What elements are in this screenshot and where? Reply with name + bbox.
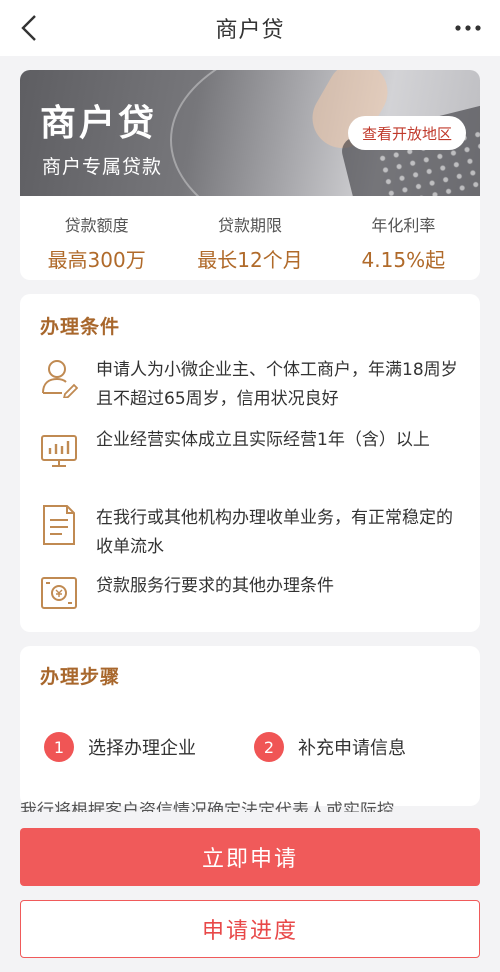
stat-label: 贷款额度 xyxy=(64,216,129,235)
conditions-card: 办理条件 申请人为小微企业主、个体工商户，年满18周岁且不超过65周岁，信用状况… xyxy=(20,294,480,632)
condition-text: 在我行或其他机构办理收单业务，有正常稳定的收单流水 xyxy=(96,508,453,557)
user-edit-icon xyxy=(42,360,78,398)
step-item: 1 选择办理企业 xyxy=(44,732,196,762)
step-number: 2 xyxy=(254,732,284,762)
bottom-action-bar: 立即申请 申请进度 xyxy=(0,812,500,972)
money-bill-icon xyxy=(41,577,77,609)
view-regions-button[interactable]: 查看开放地区 xyxy=(347,116,466,150)
bar-chart-monitor-icon xyxy=(41,435,77,467)
step-label: 补充申请信息 xyxy=(298,738,406,759)
loan-stats: 贷款额度 最高300万 贷款期限 最长12个月 年化利率 4.15%起 xyxy=(20,196,480,280)
apply-now-button[interactable]: 立即申请 xyxy=(20,828,480,886)
condition-item: 在我行或其他机构办理收单业务，有正常稳定的收单流水 xyxy=(40,504,460,562)
condition-item: 企业经营实体成立且实际经营1年（含）以上 xyxy=(40,426,460,468)
banner-subtitle: 商户专属贷款 xyxy=(42,156,163,178)
stat-value: 最长12个月 xyxy=(197,248,303,272)
condition-text: 申请人为小微企业主、个体工商户，年满18周岁且不超过65周岁，信用状况良好 xyxy=(96,360,458,409)
condition-item: 贷款服务行要求的其他办理条件 xyxy=(40,572,460,614)
chevron-left-icon[interactable] xyxy=(14,12,46,44)
step-item: 2 补充申请信息 xyxy=(254,732,406,762)
condition-text: 企业经营实体成立且实际经营1年（含）以上 xyxy=(96,430,430,450)
step-label: 选择办理企业 xyxy=(88,738,196,759)
condition-item: 申请人为小微企业主、个体工商户，年满18周岁且不超过65周岁，信用状况良好 xyxy=(40,356,460,414)
page-title: 商户贷 xyxy=(215,18,285,43)
application-progress-button[interactable]: 申请进度 xyxy=(20,900,480,958)
step-number: 1 xyxy=(44,732,74,762)
product-summary-card: 商户贷 商户专属贷款 查看开放地区 贷款额度 最高300万 贷款期限 最长12个… xyxy=(20,70,480,280)
stat-label: 年化利率 xyxy=(371,216,436,235)
stat-value: 4.15%起 xyxy=(361,248,446,272)
stat-interest-rate: 年化利率 4.15%起 xyxy=(327,196,480,280)
stat-loan-amount: 贷款额度 最高300万 xyxy=(20,196,173,280)
document-icon xyxy=(43,505,75,545)
banner-title: 商户贷 xyxy=(40,102,158,144)
navbar: 商户贷 xyxy=(0,0,500,56)
conditions-title: 办理条件 xyxy=(40,316,121,338)
stat-loan-term: 贷款期限 最长12个月 xyxy=(173,196,326,280)
stat-value: 最高300万 xyxy=(47,248,146,272)
stat-label: 贷款期限 xyxy=(217,216,282,235)
condition-text: 贷款服务行要求的其他办理条件 xyxy=(96,576,334,596)
steps-card: 办理步骤 1 选择办理企业 2 补充申请信息 xyxy=(20,646,480,806)
steps-title: 办理步骤 xyxy=(40,666,121,688)
more-dots-icon[interactable] xyxy=(450,12,486,44)
product-banner: 商户贷 商户专属贷款 查看开放地区 xyxy=(20,70,480,196)
